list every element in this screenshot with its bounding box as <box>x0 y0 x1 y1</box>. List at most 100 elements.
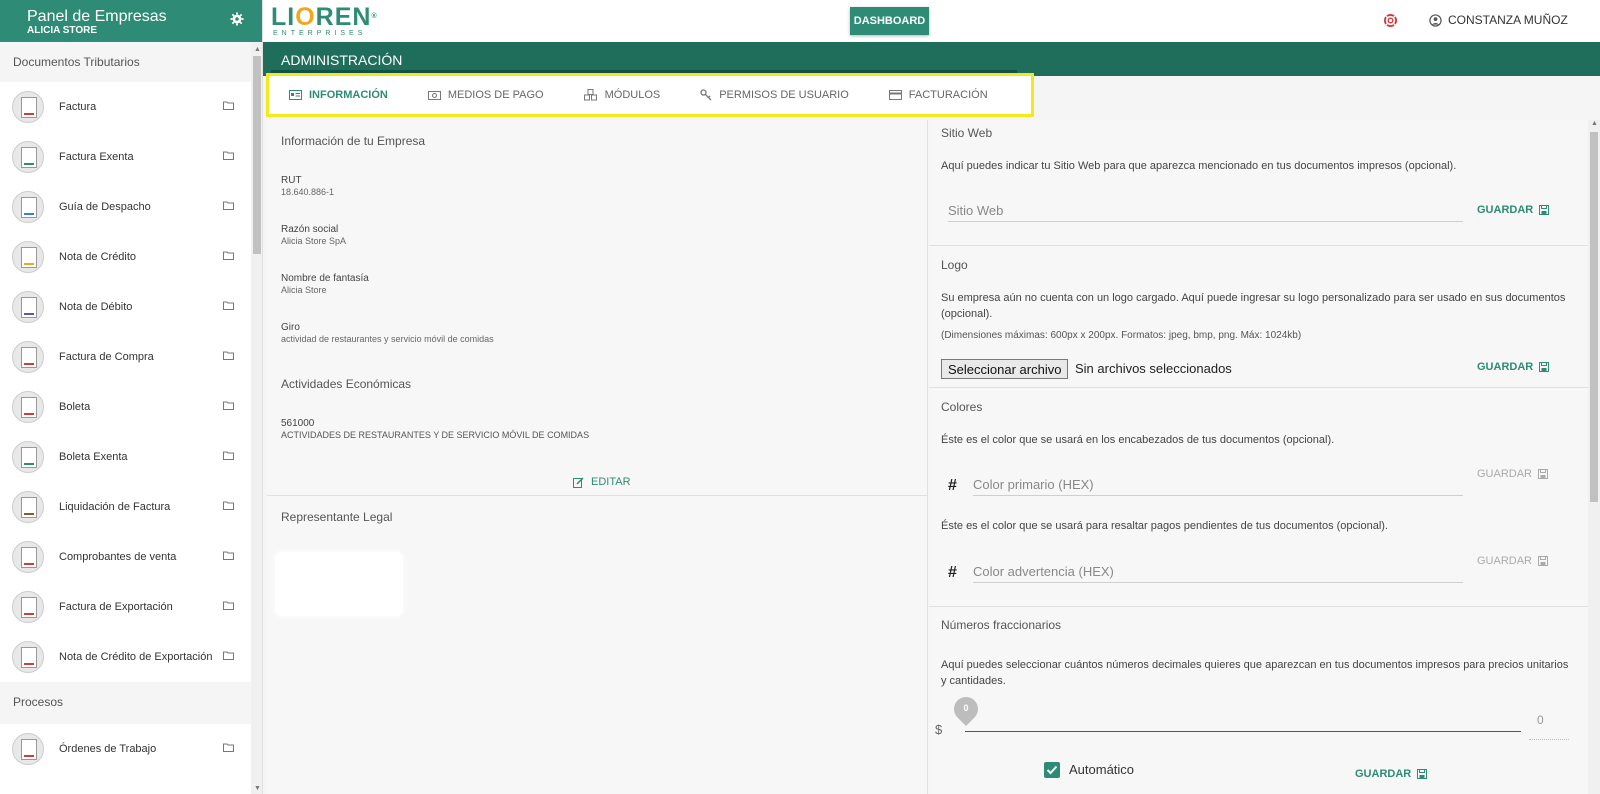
sidebar-document-item[interactable]: Nota de Crédito <box>0 232 252 282</box>
automatic-checkbox[interactable] <box>1044 762 1060 778</box>
tab-modulos[interactable]: MÓDULOS <box>583 89 660 101</box>
scrollbar-thumb[interactable] <box>1590 132 1598 502</box>
sidebar-document-item[interactable]: Guía de Despacho <box>0 182 252 232</box>
sidebar-document-item[interactable]: Boleta <box>0 382 252 432</box>
logo-registered: ® <box>371 13 378 20</box>
folder-icon[interactable] <box>223 351 234 360</box>
tab-informacion[interactable]: INFORMACIÓN <box>289 89 388 101</box>
decimals-slider-value: 0 <box>963 703 969 713</box>
save-label: GUARDAR <box>1477 468 1533 480</box>
divider <box>267 495 928 496</box>
activities-title: Actividades Económicas <box>281 377 412 391</box>
razon-social-value: Alicia Store SpA <box>281 236 347 246</box>
save-label: GUARDAR <box>1477 555 1533 567</box>
select-file-button[interactable]: Seleccionar archivo <box>941 359 1069 379</box>
sidebar-document-item[interactable]: Factura Exenta <box>0 132 252 182</box>
settings-panel: Sitio Web Aquí puedes indicar tu Sitio W… <box>929 120 1588 794</box>
folder-icon[interactable] <box>223 151 234 160</box>
decimals-slider-track[interactable] <box>965 731 1521 732</box>
scrollbar-thumb[interactable] <box>253 56 261 254</box>
save-warning-color-button[interactable]: GUARDAR <box>1477 555 1549 567</box>
tab-permisos-de-usuario[interactable]: PERMISOS DE USUARIO <box>700 89 849 101</box>
sidebar-document-item[interactable]: Factura de Compra <box>0 332 252 382</box>
document-icon <box>12 191 44 223</box>
logo-text-o: O <box>295 3 316 31</box>
sidebar-title: Panel de Empresas <box>27 8 167 25</box>
floppy-disk-icon <box>1417 769 1428 779</box>
hash-icon: # <box>948 477 957 494</box>
floppy-disk-icon <box>1538 469 1549 479</box>
document-icon <box>12 541 44 573</box>
company-info-panel: Información de tu Empresa RUT 18.640.886… <box>267 120 928 794</box>
logo-subtitle: ENTERPRISES <box>273 30 367 37</box>
rut-label: RUT <box>281 175 302 186</box>
lioren-logo[interactable]: LIOREN® ENTERPRISES <box>271 4 378 38</box>
document-icon <box>12 141 44 173</box>
tab-facturacion[interactable]: FACTURACIÓN <box>888 89 988 101</box>
folder-icon[interactable] <box>223 401 234 410</box>
sidebar-document-item[interactable]: Comprobantes de venta <box>0 532 252 582</box>
folder-icon[interactable] <box>223 601 234 610</box>
gear-icon[interactable] <box>230 12 244 26</box>
folder-icon[interactable] <box>223 651 234 660</box>
dashboard-button[interactable]: DASHBOARD <box>850 7 929 35</box>
logo-title: Logo <box>941 258 968 272</box>
sidebar-document-item[interactable]: Órdenes de Trabajo <box>0 724 252 774</box>
folder-icon[interactable] <box>223 201 234 210</box>
save-label: GUARDAR <box>1477 204 1534 216</box>
folder-icon[interactable] <box>223 251 234 260</box>
giro-label: Giro <box>281 322 300 333</box>
website-input[interactable] <box>948 200 1463 222</box>
scroll-down-arrow-icon[interactable]: ▼ <box>254 785 261 792</box>
save-logo-button[interactable]: GUARDAR <box>1477 361 1550 373</box>
document-icon <box>12 591 44 623</box>
no-file-selected: Sin archivos seleccionados <box>1075 361 1232 376</box>
tab-label: PERMISOS DE USUARIO <box>719 89 849 101</box>
scroll-up-arrow-icon[interactable]: ▲ <box>254 46 261 53</box>
website-description: Aquí puedes indicar tu Sitio Web para qu… <box>941 160 1457 172</box>
save-primary-color-button[interactable]: GUARDAR <box>1477 468 1549 480</box>
logo-text: LI <box>271 3 296 31</box>
folder-icon[interactable] <box>223 743 234 752</box>
primary-color-input[interactable] <box>973 474 1463 496</box>
folder-icon[interactable] <box>223 101 234 110</box>
company-info-title: Información de tu Empresa <box>281 134 426 148</box>
sidebar-document-item[interactable]: Factura de Exportación <box>0 582 252 632</box>
logo-dimensions: (Dimensiones máximas: 600px x 200px. For… <box>941 330 1302 341</box>
id-card-icon <box>289 90 302 100</box>
tab-label: FACTURACIÓN <box>908 89 988 101</box>
sidebar-document-item[interactable]: Boleta Exenta <box>0 432 252 482</box>
settings-scrollbar[interactable]: ▲ <box>1588 120 1600 794</box>
user-menu[interactable]: CONSTANZA MUÑOZ <box>1429 13 1568 27</box>
decimals-value-display: 0 <box>1537 713 1544 727</box>
edit-button[interactable]: EDITAR <box>573 476 631 488</box>
sidebar-document-item[interactable]: Liquidación de Factura <box>0 482 252 532</box>
save-decimals-button[interactable]: GUARDAR <box>1355 768 1428 780</box>
admin-tabs: INFORMACIÓN MEDIOS DE PAGO MÓDULOS PERMI… <box>266 73 1034 117</box>
sidebar-document-item[interactable]: Nota de Crédito de Exportación <box>0 632 252 682</box>
razon-social-label: Razón social <box>281 224 339 235</box>
folder-icon[interactable] <box>223 301 234 310</box>
folder-icon[interactable] <box>223 551 234 560</box>
folder-icon[interactable] <box>223 501 234 510</box>
document-icon <box>12 341 44 373</box>
checkmark-icon <box>1046 765 1058 775</box>
currency-symbol: $ <box>935 722 943 737</box>
key-icon <box>700 89 712 101</box>
floppy-disk-icon <box>1538 556 1549 566</box>
sidebar: Panel de Empresas ALICIA STORE Documento… <box>0 0 263 794</box>
lifebuoy-help-icon[interactable] <box>1384 14 1397 27</box>
sidebar-document-item[interactable]: Factura <box>0 82 252 132</box>
save-website-button[interactable]: GUARDAR <box>1477 204 1550 216</box>
tab-medios-de-pago[interactable]: MEDIOS DE PAGO <box>427 89 544 101</box>
warning-color-input[interactable] <box>973 561 1463 583</box>
sidebar-list: Documentos Tributarios Factura Factura Ex… <box>0 42 252 794</box>
sidebar-document-item[interactable]: Nota de Débito <box>0 282 252 332</box>
folder-icon[interactable] <box>223 451 234 460</box>
activity-description: ACTIVIDADES DE RESTAURANTES Y DE SERVICI… <box>281 430 590 440</box>
scroll-up-arrow-icon[interactable]: ▲ <box>1591 120 1598 127</box>
sidebar-scrollbar[interactable]: ▲ ▼ <box>251 42 262 794</box>
edit-label: EDITAR <box>591 476 631 488</box>
edit-icon <box>573 476 584 488</box>
money-icon <box>427 90 441 100</box>
